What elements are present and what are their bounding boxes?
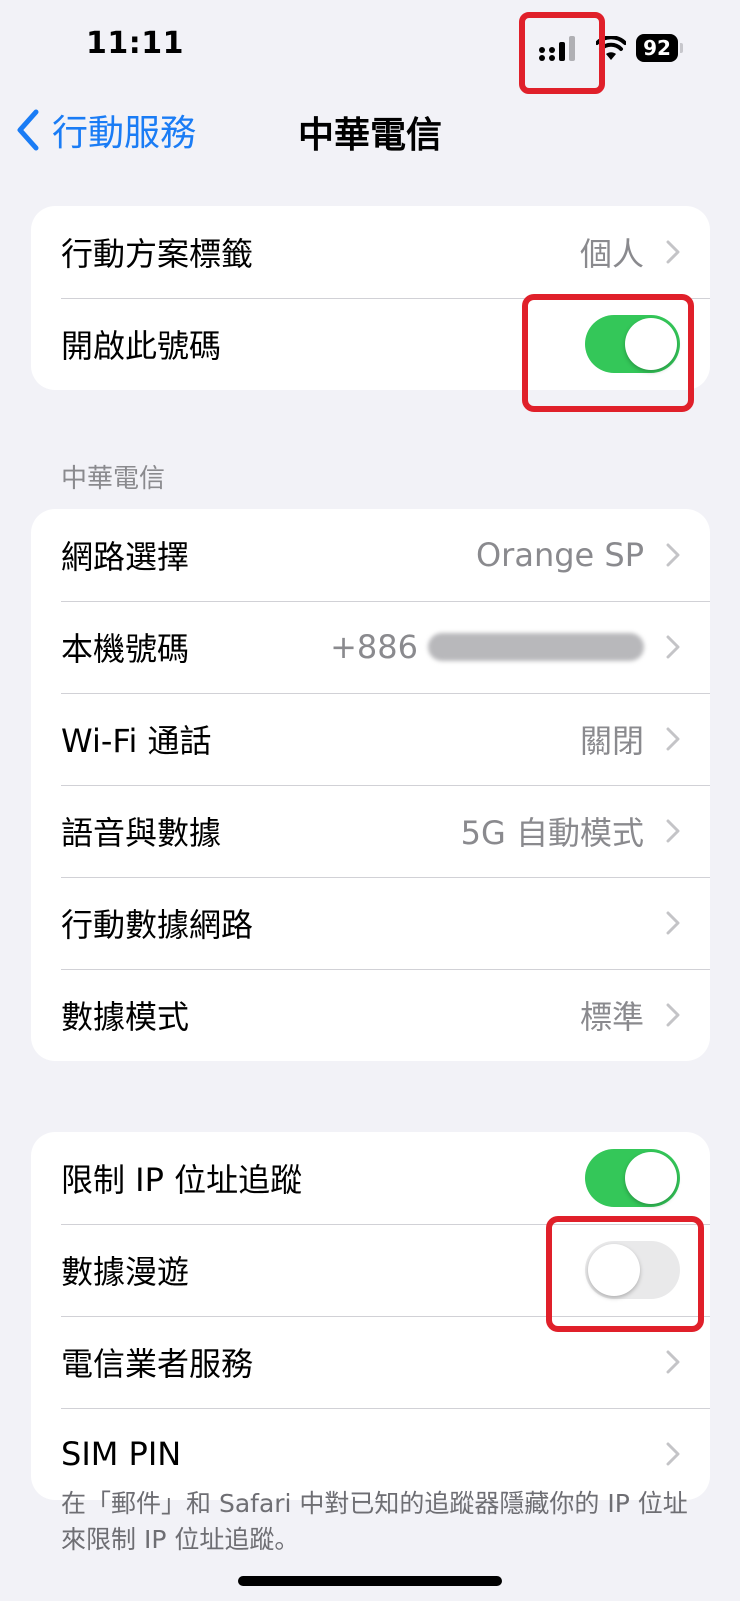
chevron-right-icon — [666, 635, 680, 659]
chevron-right-icon — [666, 543, 680, 567]
row-label: SIM PIN — [61, 1435, 182, 1473]
chevron-right-icon — [666, 1003, 680, 1027]
row-label: 語音與數據 — [61, 814, 222, 852]
chevron-right-icon — [666, 1350, 680, 1374]
status-bar: 11:11 92 — [0, 0, 740, 100]
row-data-mode[interactable]: 數據模式 標準 — [31, 969, 710, 1061]
row-value: +886 — [330, 628, 644, 666]
settings-group-carrier: 網路選擇 Orange SP 本機號碼 +886 Wi-Fi 通話 關閉 語音與… — [31, 509, 710, 1061]
annotation-box-roaming-toggle — [546, 1216, 704, 1332]
row-label: 網路選擇 — [61, 538, 190, 576]
battery-icon: 92 — [636, 34, 683, 62]
chevron-right-icon — [666, 1442, 680, 1466]
row-value: 個人 — [579, 235, 644, 273]
home-indicator — [238, 1576, 502, 1586]
row-plan-label[interactable]: 行動方案標籤 個人 — [31, 206, 710, 298]
row-label: 限制 IP 位址追蹤 — [61, 1161, 303, 1199]
redacted-phone-number — [428, 633, 644, 661]
page-title: 中華電信 — [297, 115, 442, 156]
row-value: 5G 自動模式 — [460, 814, 644, 852]
row-my-number[interactable]: 本機號碼 +886 — [31, 601, 710, 693]
row-limit-ip-tracking: 限制 IP 位址追蹤 — [31, 1132, 710, 1224]
row-cellular-data-network[interactable]: 行動數據網路 — [31, 877, 710, 969]
chevron-right-icon — [666, 819, 680, 843]
row-network-selection[interactable]: 網路選擇 Orange SP — [31, 509, 710, 601]
chevron-right-icon — [666, 911, 680, 935]
limit-ip-tracking-toggle[interactable] — [585, 1149, 680, 1207]
row-label: 電信業者服務 — [61, 1345, 254, 1383]
row-label: Wi-Fi 通話 — [61, 722, 212, 760]
row-voice-data[interactable]: 語音與數據 5G 自動模式 — [31, 785, 710, 877]
row-value: 標準 — [579, 998, 644, 1036]
navigation-bar: 行動服務 中華電信 — [0, 96, 740, 166]
row-label: 本機號碼 — [61, 630, 190, 668]
row-wifi-calling[interactable]: Wi-Fi 通話 關閉 — [31, 693, 710, 785]
section-header: 中華電信 — [61, 464, 166, 494]
footer-description: 在「郵件」和 Safari 中對已知的追蹤器隱藏你的 IP 位址來限制 IP 位… — [61, 1489, 688, 1554]
row-label: 行動數據網路 — [61, 906, 254, 944]
row-value: Orange SP — [475, 536, 644, 574]
row-label: 數據模式 — [61, 998, 190, 1036]
chevron-right-icon — [666, 727, 680, 751]
status-time: 11:11 — [86, 26, 184, 61]
annotation-box-signal — [519, 12, 605, 94]
row-label: 開啟此號碼 — [61, 327, 222, 365]
phone-prefix: +886 — [330, 628, 418, 666]
row-value: 關閉 — [579, 722, 644, 760]
row-label: 數據漫遊 — [61, 1253, 190, 1291]
row-label: 行動方案標籤 — [61, 235, 254, 273]
chevron-right-icon — [666, 240, 680, 264]
battery-level: 92 — [636, 34, 678, 62]
annotation-box-line-toggle — [522, 294, 694, 412]
